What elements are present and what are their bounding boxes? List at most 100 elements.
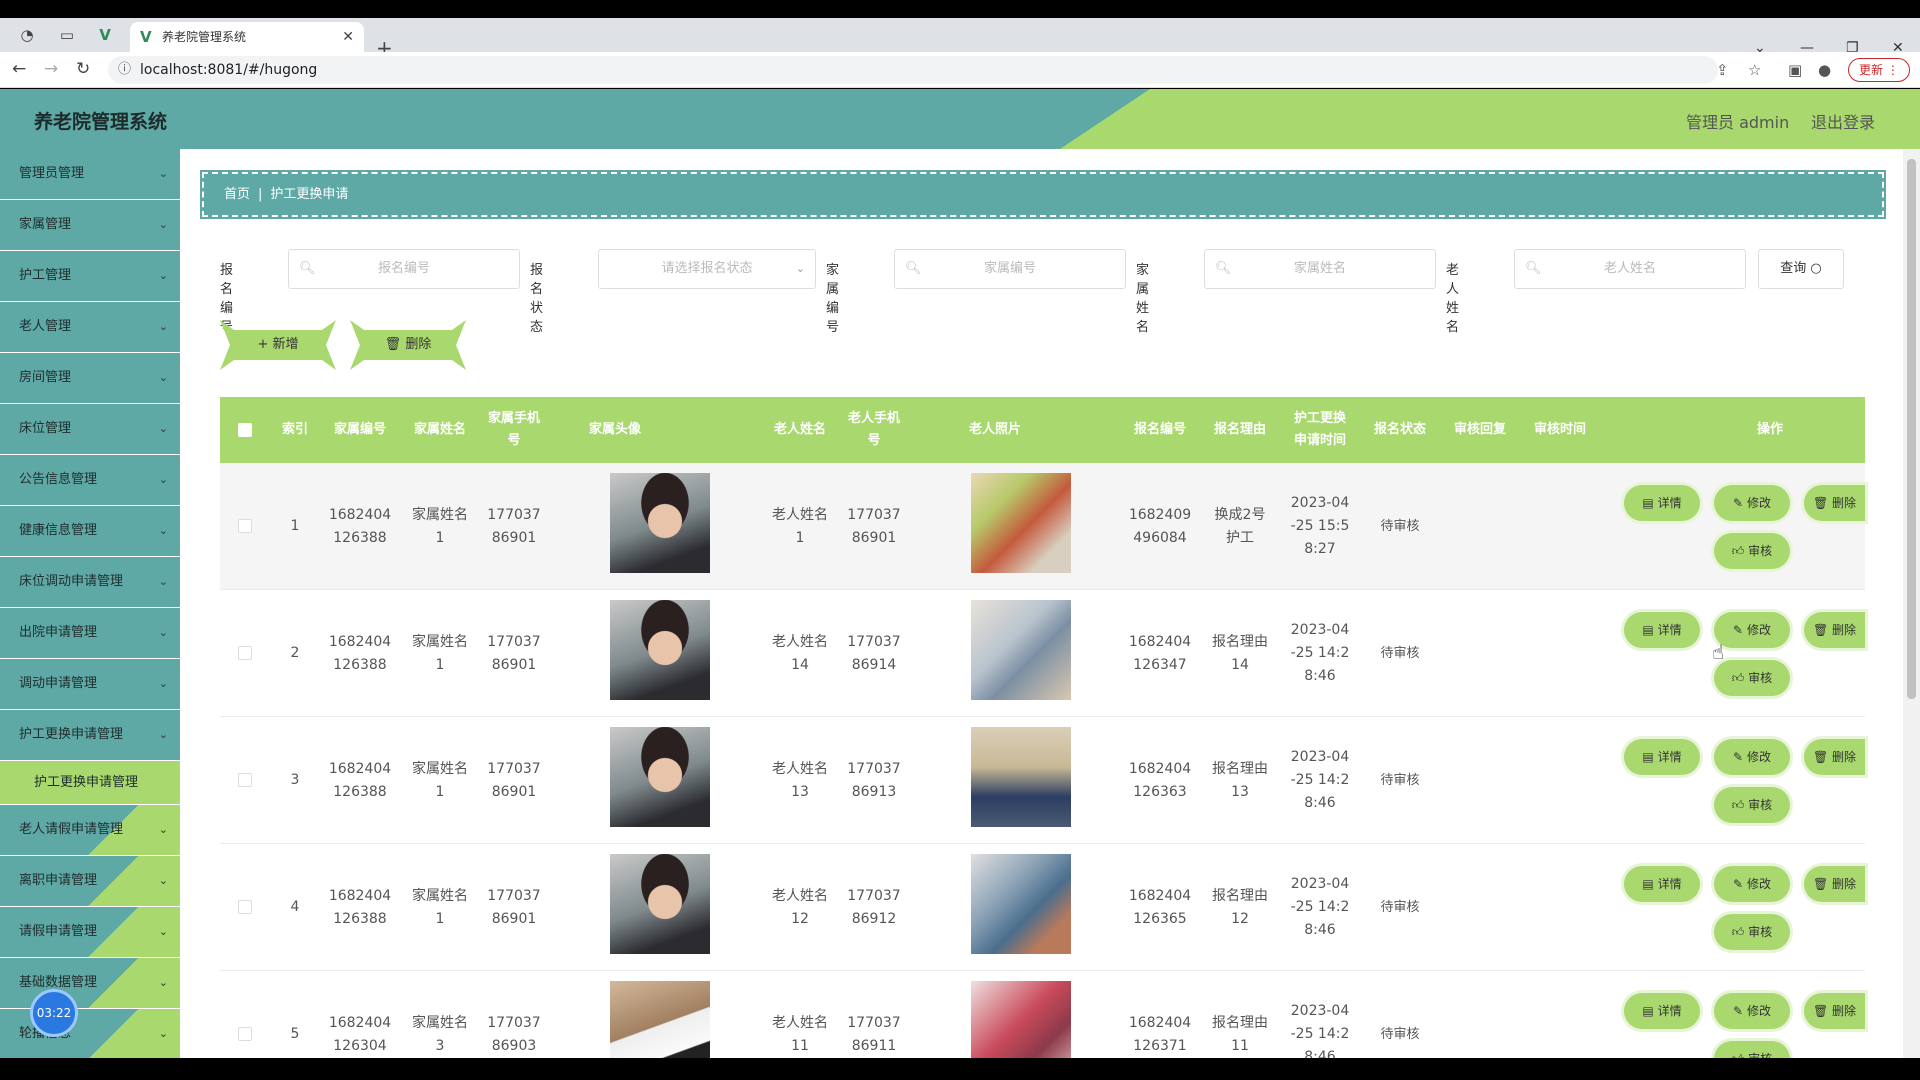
detail-icon: ▤	[1642, 1004, 1654, 1018]
tab-group-icon[interactable]: ▭	[56, 24, 78, 46]
page-scrollbar[interactable]	[1903, 149, 1920, 1058]
chevron-down-icon: ⌄	[158, 626, 168, 639]
edit-label: 修改	[1746, 623, 1771, 637]
sidebar-item[interactable]: 护工管理 ⌄	[0, 251, 180, 302]
side-panel-icon[interactable]: ▣	[1788, 61, 1802, 79]
sidebar-item[interactable]: 离职申请管理 ⌄	[0, 856, 180, 907]
sidebar-item[interactable]: 房间管理 ⌄	[0, 353, 180, 404]
sidebar-item-label: 请假申请管理	[19, 924, 98, 939]
forward-icon[interactable]: →	[44, 59, 58, 79]
site-info-icon[interactable]: ⓘ	[118, 56, 131, 84]
chevron-down-icon: ⌄	[158, 371, 168, 384]
row-checkbox[interactable]	[238, 900, 252, 914]
detail-label: 详情	[1657, 877, 1682, 891]
close-tab-icon[interactable]: ✕	[342, 22, 354, 52]
detail-button[interactable]: ▤ 详情	[1624, 485, 1700, 521]
sidebar-subitem-active[interactable]: 护工更换申请管理	[0, 761, 180, 805]
profile-icon[interactable]: ●	[1818, 61, 1831, 79]
sidebar-item[interactable]: 出院申请管理 ⌄	[0, 608, 180, 659]
browser-tab[interactable]: V 养老院管理系统 ✕	[130, 22, 364, 52]
row-checkbox[interactable]	[238, 519, 252, 533]
breadcrumb-home[interactable]: 首页	[224, 187, 250, 202]
sidebar-item[interactable]: 家属管理 ⌄	[0, 200, 180, 251]
edit-button[interactable]: ✎ 修改	[1714, 739, 1790, 775]
trash-icon: 🗑︎	[1812, 1004, 1829, 1018]
edit-label: 修改	[1746, 877, 1771, 891]
row-checkbox[interactable]	[238, 646, 252, 660]
cell-index: 3	[290, 772, 300, 788]
detail-button[interactable]: ▤ 详情	[1624, 739, 1700, 775]
thumb-up-icon: 👍︎	[1731, 798, 1745, 812]
sidebar-item[interactable]: 床位调动申请管理 ⌄	[0, 557, 180, 608]
review-button[interactable]: 👍︎ 审核	[1714, 660, 1790, 696]
row-delete-button[interactable]: 🗑︎ 删除	[1804, 612, 1865, 648]
review-label: 审核	[1748, 925, 1773, 939]
reload-icon[interactable]: ↻	[76, 59, 90, 79]
review-button[interactable]: 👍︎ 审核	[1714, 1041, 1790, 1058]
sidebar: 管理员管理 ⌄ 家属管理 ⌄ 护工管理 ⌄ 老人管理 ⌄ 房间管理 ⌄ 床位管理 ⌄ 公告信息管理 ⌄ 健康…	[0, 149, 180, 1058]
review-button[interactable]: 👍︎ 审核	[1714, 787, 1790, 823]
row-delete-button[interactable]: 🗑︎ 删除	[1804, 739, 1865, 775]
sidebar-item[interactable]: 基础数据管理 ⌄	[0, 958, 180, 1009]
jsbh-input[interactable]: 🔍︎ 家属编号	[894, 249, 1126, 289]
elder-photo-image	[971, 981, 1071, 1058]
table-row: 3 1682404126388 家属姓名1 17703786901 老人姓名13 1770…	[220, 717, 1865, 844]
row-delete-button[interactable]: 🗑︎ 删除	[1804, 485, 1865, 521]
edit-button[interactable]: ✎ 修改	[1714, 612, 1790, 648]
th-lrsj: 老人手机号	[847, 411, 900, 448]
edit-button[interactable]: ✎ 修改	[1714, 993, 1790, 1029]
sidebar-item[interactable]: 老人请假申请管理 ⌄	[0, 805, 180, 856]
cell-jsbh: 1682404126388	[328, 887, 392, 927]
share-icon[interactable]: ⇪	[1716, 61, 1729, 79]
query-button[interactable]: 查询 ○	[1758, 249, 1844, 289]
row-delete-label: 删除	[1832, 877, 1857, 891]
sidebar-item[interactable]: 轮播信息⌄	[0, 1009, 180, 1058]
bmbh-input[interactable]: 🔍︎ 报名编号	[288, 249, 520, 289]
row-delete-button[interactable]: 🗑︎ 删除	[1804, 993, 1865, 1029]
cell-sqsj: 2023-04-25 15:58:27	[1290, 495, 1350, 557]
back-icon[interactable]: ←	[12, 59, 26, 79]
sidebar-item[interactable]: 健康信息管理 ⌄	[0, 506, 180, 557]
row-checkbox[interactable]	[238, 1027, 252, 1041]
lrxm-input[interactable]: 🔍︎ 老人姓名	[1514, 249, 1746, 289]
sidebar-item[interactable]: 老人管理 ⌄	[0, 302, 180, 353]
sidebar-item[interactable]: 调动申请管理 ⌄	[0, 659, 180, 710]
logout-link[interactable]: 退出登录	[1811, 109, 1875, 133]
header-accent	[1060, 89, 1920, 149]
chevron-down-icon: ⌄	[158, 269, 168, 282]
scrollbar-thumb[interactable]	[1907, 159, 1916, 699]
row-delete-button[interactable]: 🗑︎ 删除	[1804, 866, 1865, 902]
cell-bmbh: 1682404126365	[1128, 887, 1192, 927]
review-button[interactable]: 👍︎ 审核	[1714, 533, 1790, 569]
sidebar-item[interactable]: 护工更换申请管理 ⌄	[0, 710, 180, 761]
browser-menu-icon[interactable]: ◔	[16, 24, 38, 46]
th-jssj: 家属手机号	[487, 411, 540, 448]
review-button[interactable]: 👍︎ 审核	[1714, 914, 1790, 950]
sidebar-item[interactable]: 管理员管理 ⌄	[0, 149, 180, 200]
detail-button[interactable]: ▤ 详情	[1624, 866, 1700, 902]
sidebar-item[interactable]: 床位管理 ⌄	[0, 404, 180, 455]
sidebar-item[interactable]: 公告信息管理 ⌄	[0, 455, 180, 506]
jsxm-input[interactable]: 🔍︎ 家属姓名	[1204, 249, 1436, 289]
cell-lrsj: 17703786914	[847, 633, 901, 673]
pinned-tab-icon[interactable]: V	[94, 24, 116, 46]
row-checkbox[interactable]	[238, 773, 252, 787]
url-field[interactable]: ⓘ localhost:8081/#/hugong	[108, 56, 1718, 84]
detail-button[interactable]: ▤ 详情	[1624, 993, 1700, 1029]
edit-button[interactable]: ✎ 修改	[1714, 485, 1790, 521]
detail-button[interactable]: ▤ 详情	[1624, 612, 1700, 648]
detail-label: 详情	[1657, 1004, 1682, 1018]
trash-icon: 🗑︎	[384, 337, 402, 352]
edit-button[interactable]: ✎ 修改	[1714, 866, 1790, 902]
update-button[interactable]: 更新 ⋮	[1848, 58, 1910, 82]
select-all-checkbox[interactable]	[238, 423, 252, 437]
elder-photo-image	[971, 727, 1071, 827]
delete-button[interactable]: 🗑︎ 删除	[350, 320, 466, 370]
sidebar-item-label: 护工管理	[19, 268, 72, 283]
th-jsxm: 家属姓名	[413, 422, 466, 437]
add-button[interactable]: + 新增	[220, 320, 336, 370]
cell-sqsj: 2023-04-25 14:28:46	[1290, 749, 1350, 811]
bookmark-star-icon[interactable]: ☆	[1748, 61, 1761, 79]
bmzt-select[interactable]: 请选择报名状态 ⌄	[598, 249, 816, 289]
sidebar-item[interactable]: 请假申请管理 ⌄	[0, 907, 180, 958]
